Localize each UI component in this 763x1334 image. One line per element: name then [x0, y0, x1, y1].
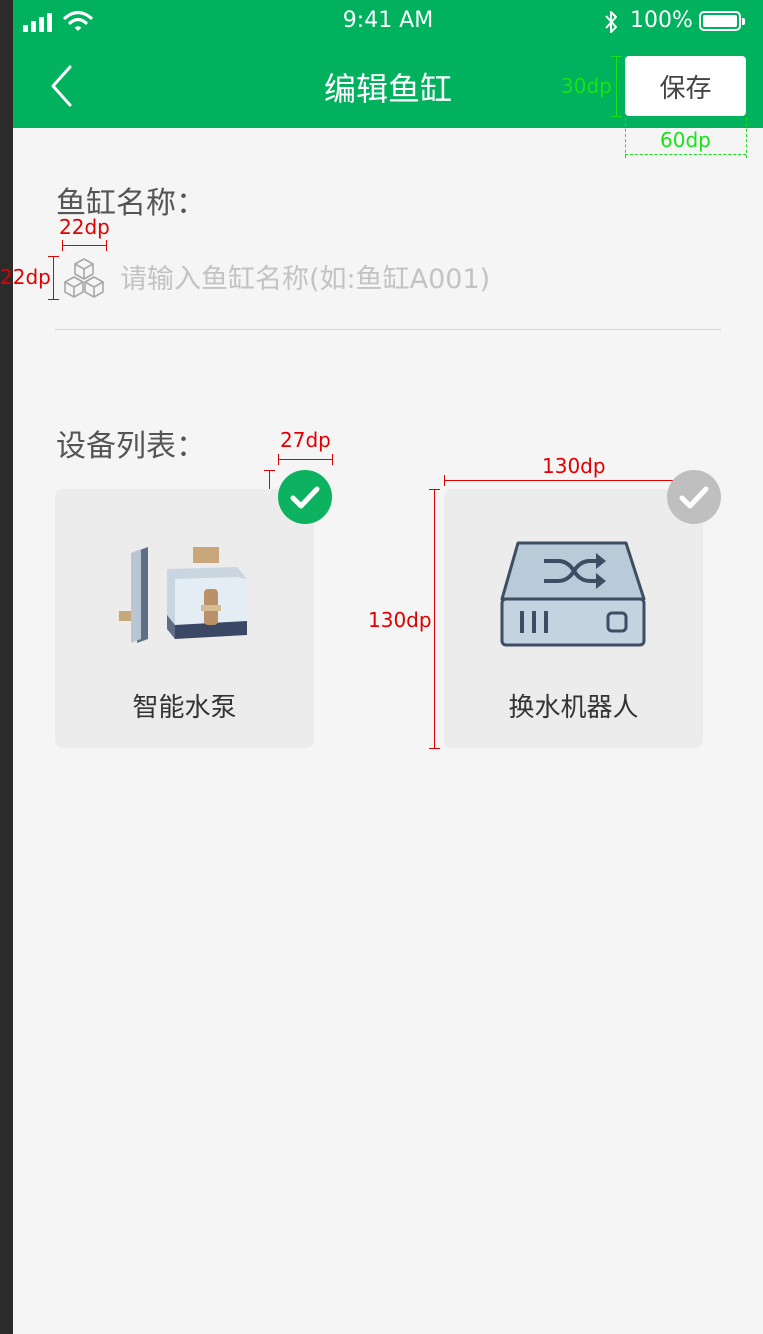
left-edge: [0, 0, 13, 1334]
annotation-line: [278, 454, 279, 465]
storage-drive-icon: [500, 541, 646, 647]
annotation-save-width: 60dp: [660, 128, 711, 152]
annotation-line: [264, 470, 275, 471]
battery-percentage: 100%: [630, 8, 693, 33]
annotation-line: [53, 256, 54, 300]
annotation-line: [444, 475, 445, 486]
annotation-card-height: 130dp: [368, 608, 432, 632]
device-name: 换水机器人: [508, 693, 639, 723]
water-pump-icon: [119, 547, 247, 643]
cubes-icon: [64, 258, 104, 298]
annotation-check-width: 27dp: [280, 428, 331, 452]
annotation-line: [625, 118, 626, 158]
annotation-line: [278, 459, 332, 460]
divider: [55, 329, 721, 330]
annotation-line: [444, 480, 703, 481]
annotation-icon-width: 22dp: [59, 215, 110, 239]
device-name: 智能水泵: [132, 693, 237, 723]
tank-name-input[interactable]: [118, 258, 722, 300]
annotation-line: [434, 489, 435, 748]
annotation-line: [746, 118, 747, 158]
annotation-line: [625, 154, 746, 155]
annotation-line: [62, 240, 63, 251]
selected-check-icon[interactable]: [278, 470, 332, 524]
annotation-line: [62, 245, 106, 246]
save-button[interactable]: 保存: [625, 56, 746, 116]
device-card-water-change-robot[interactable]: 换水机器人: [444, 489, 703, 748]
device-list-label: 设备列表：: [56, 429, 206, 464]
annotation-line: [429, 748, 440, 749]
annotation-line: [611, 56, 622, 57]
annotation-icon-height: 22dp: [0, 265, 51, 289]
annotation-line: [429, 489, 440, 490]
status-bar: 9:41 AM 100%: [13, 0, 763, 44]
annotation-card-width: 130dp: [542, 454, 606, 478]
annotation-line: [48, 256, 59, 257]
annotation-line: [611, 116, 622, 117]
unselected-check-icon[interactable]: [667, 470, 721, 524]
annotation-line: [616, 56, 617, 116]
annotation-line: [48, 299, 59, 300]
annotation-save-height: 30dp: [561, 74, 612, 98]
annotation-line: [106, 240, 107, 251]
device-card-smart-pump[interactable]: 智能水泵: [55, 489, 314, 748]
battery-icon: [699, 11, 745, 31]
annotation-line: [332, 454, 333, 465]
bluetooth-icon: [605, 11, 617, 33]
navigation-bar: 9:41 AM 100% 编辑鱼缸 保存 30dp: [13, 0, 763, 128]
